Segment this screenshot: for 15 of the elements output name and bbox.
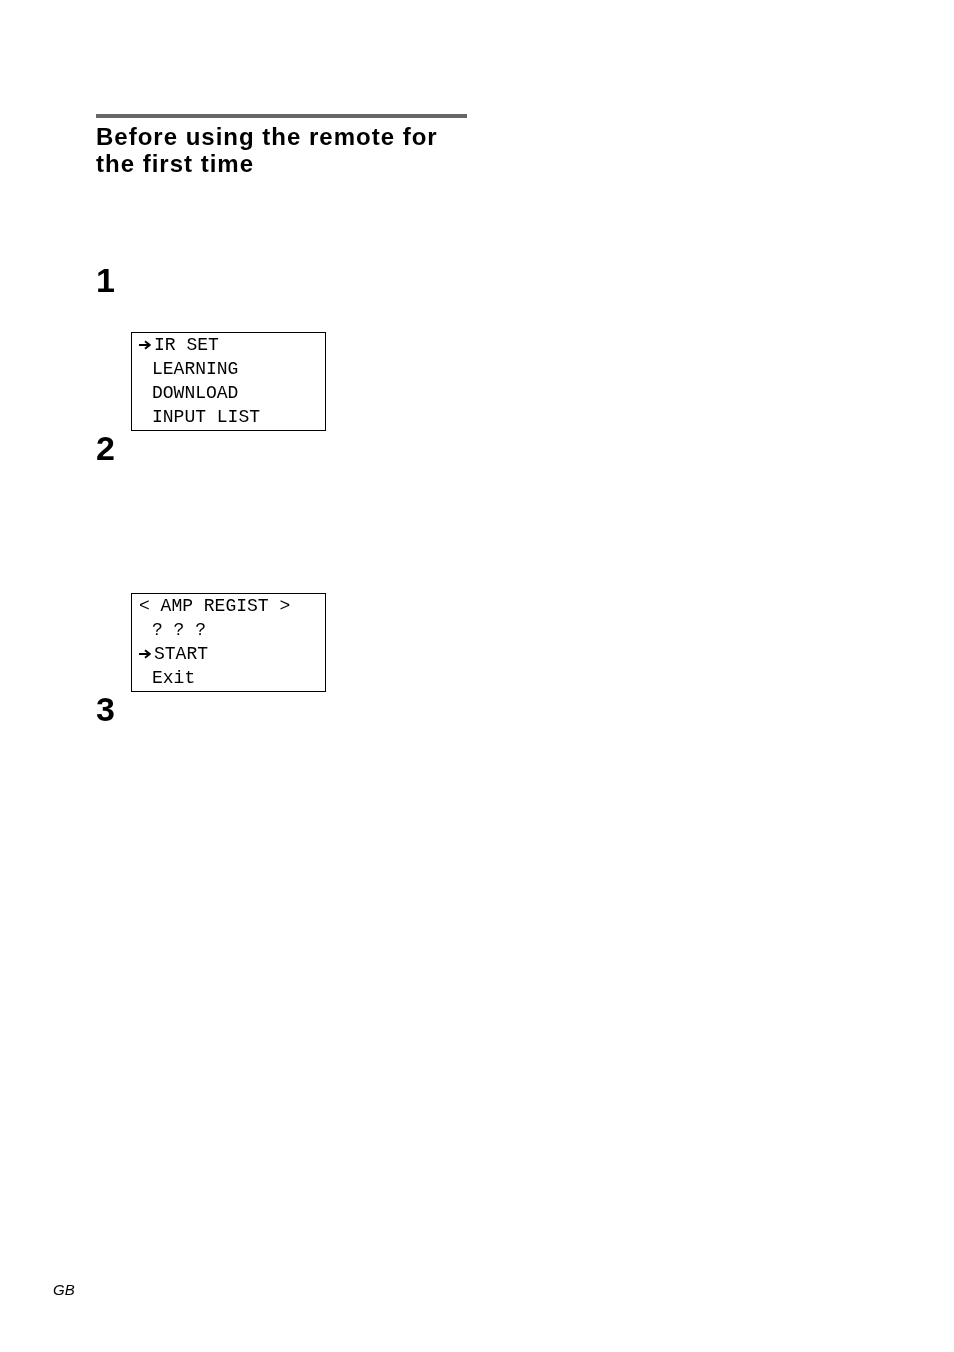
- menu-item[interactable]: INPUT LIST: [139, 406, 261, 428]
- screen-title: < AMP REGIST >: [139, 595, 291, 617]
- region-code: GB: [53, 1282, 75, 1298]
- menu-item[interactable]: LEARNING: [139, 358, 239, 380]
- cursor-arrow-icon: [139, 649, 151, 659]
- menu-item[interactable]: START: [139, 643, 208, 665]
- step-number: 2: [96, 433, 115, 463]
- step-number: 1: [96, 265, 115, 295]
- step-number: 3: [96, 694, 115, 724]
- menu-item[interactable]: ? ? ?: [139, 619, 206, 641]
- menu-item[interactable]: Exit: [139, 667, 196, 689]
- section-heading: Before using the remote for the first time: [96, 123, 439, 177]
- cursor-arrow-icon: [139, 340, 151, 350]
- menu-item[interactable]: IR SET: [139, 334, 219, 356]
- menu-item[interactable]: DOWNLOAD: [139, 382, 239, 404]
